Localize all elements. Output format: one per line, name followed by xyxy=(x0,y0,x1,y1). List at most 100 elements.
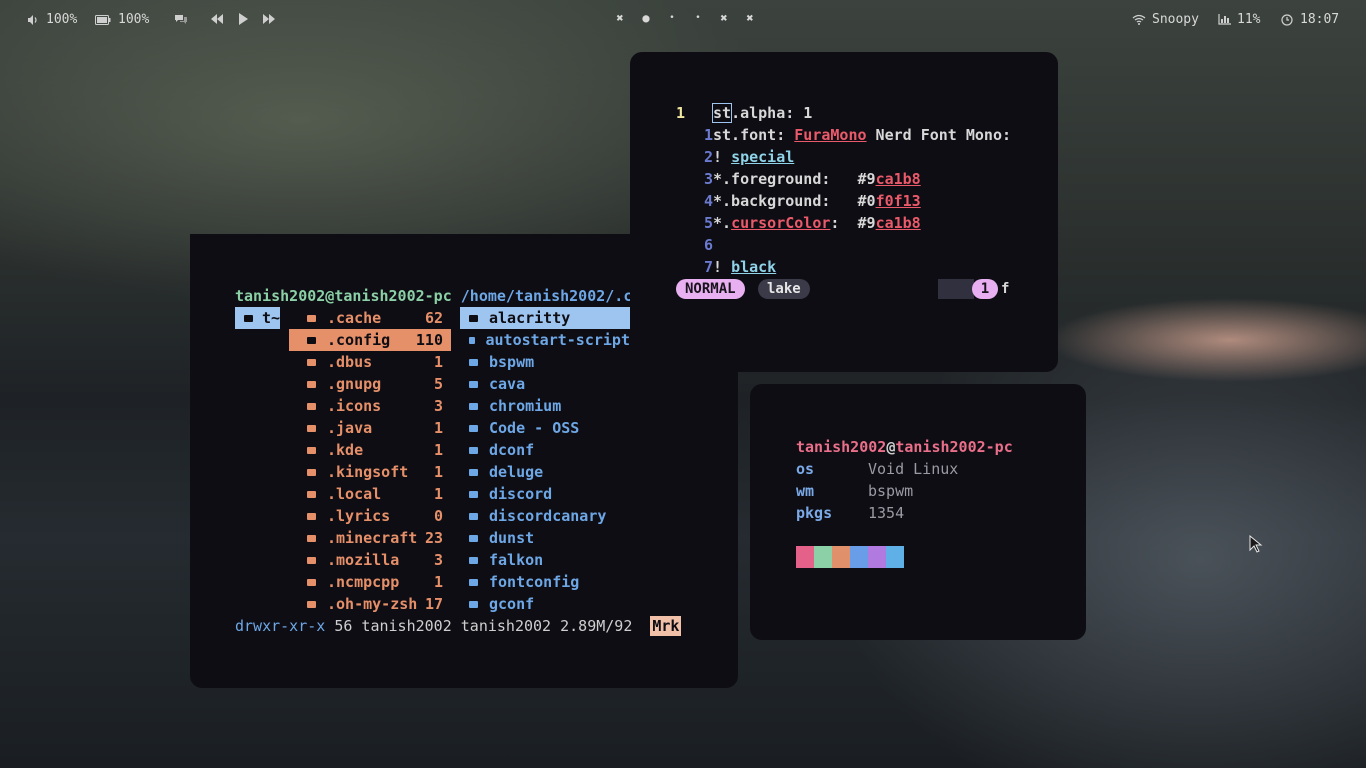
code-token: cursorColor xyxy=(731,214,831,232)
position-badge: 1 xyxy=(972,279,998,299)
folder-icon xyxy=(307,424,316,432)
fetch-row: wm bspwm xyxy=(796,480,958,502)
list-item[interactable]: Code - OSS xyxy=(460,417,630,439)
list-item[interactable]: .lyrics 0 xyxy=(289,505,451,527)
list-item[interactable]: chromium xyxy=(460,395,630,417)
cpu-value: 11% xyxy=(1237,12,1261,27)
list-item[interactable]: .config 110 xyxy=(289,329,451,351)
list-item[interactable]: falkon xyxy=(460,549,630,571)
editor-line[interactable]: 7! black xyxy=(676,256,1011,278)
list-item[interactable]: cava xyxy=(460,373,630,395)
list-item[interactable]: .oh-my-zsh 17 xyxy=(289,593,451,615)
editor-line[interactable]: 1 st.font: FuraMono Nerd Font Mono: xyxy=(676,124,1011,146)
editor-statusline: NORMAL lake 1 f xyxy=(676,278,1016,300)
clock[interactable]: 18:07 xyxy=(1280,12,1339,27)
folder-icon xyxy=(469,512,478,520)
color-swatch xyxy=(850,546,868,568)
list-item[interactable]: dconf xyxy=(460,439,630,461)
list-item[interactable]: .gnupg 5 xyxy=(289,373,451,395)
list-item[interactable]: bspwm xyxy=(460,351,630,373)
list-item[interactable]: gconf xyxy=(460,593,630,615)
list-item-label: .lyrics xyxy=(327,507,391,525)
folder-icon xyxy=(307,402,316,410)
chat-button[interactable] xyxy=(174,12,188,26)
list-item[interactable]: .minecraft 23 xyxy=(289,527,451,549)
list-item[interactable]: discord xyxy=(460,483,630,505)
workspace-1[interactable]: ✖ xyxy=(614,11,626,25)
list-item[interactable]: .ncmpcpp 1 xyxy=(289,571,451,593)
list-item[interactable]: t~ xyxy=(235,307,280,329)
list-item-count: 17 xyxy=(424,595,443,613)
list-item[interactable]: autostart-script xyxy=(460,329,630,351)
list-item-count: 3 xyxy=(433,551,443,569)
editor-line[interactable]: 1 st.alpha: 1 xyxy=(676,102,1011,124)
prev-icon[interactable] xyxy=(210,12,224,26)
color-swatch xyxy=(868,546,886,568)
sysfetch-window[interactable]: tanish2002@tanish2002-pc os Void Linux wm b… xyxy=(750,384,1086,640)
list-item[interactable]: .kde 1 xyxy=(289,439,451,461)
folder-icon xyxy=(469,402,478,410)
list-item[interactable]: dunst xyxy=(460,527,630,549)
workspace-6[interactable]: ✖ xyxy=(744,11,756,25)
fm-mark-badge: Mrk xyxy=(650,616,682,636)
fm-status-info: 56 tanish2002 tanish2002 2.89M/92 xyxy=(325,617,633,635)
fm-path: /home/tanish2002/.c xyxy=(460,287,633,305)
editor-line[interactable]: 4 *.background: #0f0f13 xyxy=(676,190,1011,212)
list-item[interactable]: .dbus 1 xyxy=(289,351,451,373)
editor-line[interactable]: 6 xyxy=(676,234,1011,256)
next-icon[interactable] xyxy=(262,12,276,26)
top-bar: 100% 100% ✖ ● • • ✖ ✖ Snoopy 11% 18:07 xyxy=(0,0,1366,40)
workspace-4[interactable]: • xyxy=(692,12,704,24)
editor-buffer[interactable]: 1 st.alpha: 1 1 st.font: FuraMono Nerd Font… xyxy=(676,102,1011,278)
list-item-count: 1 xyxy=(433,441,443,459)
volume-value: 100% xyxy=(46,12,78,27)
workspace-2[interactable]: ● xyxy=(640,11,652,25)
code-token: black xyxy=(731,258,777,276)
wifi-indicator[interactable]: Snoopy xyxy=(1132,12,1199,27)
list-item-label: t~ xyxy=(261,309,280,327)
folder-icon xyxy=(307,600,316,608)
list-item[interactable]: .java 1 xyxy=(289,417,451,439)
cpu-indicator[interactable]: 11% xyxy=(1217,12,1260,27)
code-token: .alpha: 1 xyxy=(731,104,813,122)
battery-icon xyxy=(94,13,112,27)
editor-line[interactable]: 3 *.foreground: #9ca1b8 xyxy=(676,168,1011,190)
workspace-3[interactable]: • xyxy=(666,12,678,24)
volume-indicator[interactable]: 100% xyxy=(26,12,77,27)
code-token: *. xyxy=(713,214,732,232)
fetch-host: tanish2002-pc xyxy=(895,438,1013,456)
color-swatch xyxy=(814,546,832,568)
battery-indicator[interactable]: 100% xyxy=(94,12,149,27)
list-item[interactable]: .icons 3 xyxy=(289,395,451,417)
list-item[interactable]: deluge xyxy=(460,461,630,483)
list-item[interactable]: .mozilla 3 xyxy=(289,549,451,571)
line-number: 6 xyxy=(703,236,713,254)
list-item[interactable]: .cache 62 xyxy=(289,307,451,329)
line-text: *.foreground: #9ca1b8 xyxy=(713,168,921,190)
editor-window[interactable]: 1 st.alpha: 1 1 st.font: FuraMono Nerd Font… xyxy=(630,52,1058,372)
editor-line[interactable]: 2! special xyxy=(676,146,1011,168)
play-icon[interactable] xyxy=(236,12,250,26)
workspace-5[interactable]: ✖ xyxy=(718,11,730,25)
list-item-count: 1 xyxy=(433,573,443,591)
folder-icon xyxy=(307,380,316,388)
folder-icon xyxy=(307,490,316,498)
folder-icon xyxy=(307,314,316,322)
folder-icon xyxy=(307,446,316,454)
list-item[interactable]: fontconfig xyxy=(460,571,630,593)
list-item-label: cava xyxy=(489,375,526,393)
code-token: *.background: #0 xyxy=(713,192,876,210)
workspace-indicator: ✖ ● • • ✖ ✖ xyxy=(614,11,756,25)
list-item[interactable]: .kingsoft 1 xyxy=(289,461,451,483)
list-item-label: .gnupg xyxy=(327,375,382,393)
editor-line[interactable]: 5 *.cursorColor: #9ca1b8 xyxy=(676,212,1011,234)
folder-icon xyxy=(469,424,478,432)
list-item[interactable]: discordcanary xyxy=(460,505,630,527)
line-text: ! black xyxy=(713,256,776,278)
list-item[interactable]: alacritty xyxy=(460,307,630,329)
fetch-title: tanish2002@tanish2002-pc xyxy=(796,436,1013,458)
code-token: ! xyxy=(713,258,732,276)
folder-icon xyxy=(307,468,316,476)
list-item-count: 62 xyxy=(424,309,443,327)
list-item[interactable]: .local 1 xyxy=(289,483,451,505)
